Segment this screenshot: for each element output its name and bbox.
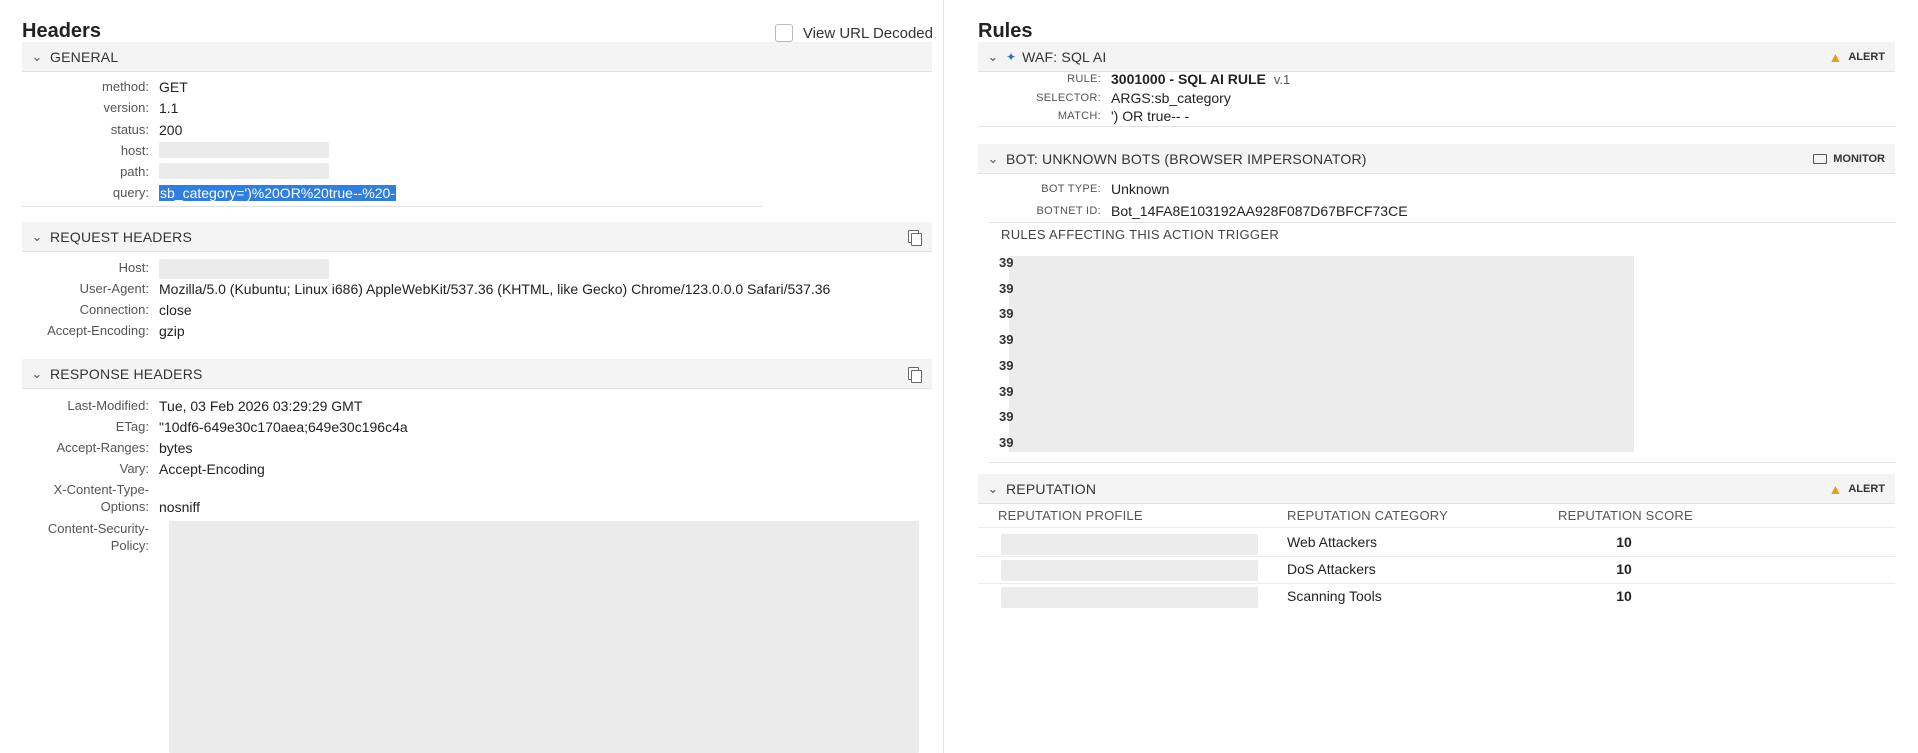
redacted-reputation-profile [1001,587,1258,608]
divider [989,462,1895,463]
redacted-csp-value [169,521,919,753]
chevron-down-icon[interactable]: ⌄ [24,229,50,245]
headers-title: Headers [22,20,101,42]
rules-title: Rules [978,20,1033,42]
rules-affecting-trigger-label: RULES AFFECTING THIS ACTION TRIGGER [1001,227,1280,242]
rules-panel: Rules ⌄ ✦ WAF: SQL AI ▲ ALERT RULE: 3001… [965,0,1895,753]
response-header-etag: ETag: "10df6-649e30c170aea;649e30c196c4a [115,419,408,435]
trigger-rule-item: 39 [999,358,1014,373]
divider [978,527,1895,528]
response-header-xcto-line1: X-Content-Type- [53,482,149,497]
request-header-user-agent: User-Agent: Mozilla/5.0 (Kubuntu; Linux … [79,281,831,297]
query-value-selected[interactable]: sb_category=')%20OR%20true--%20- [159,185,396,201]
response-header-last-modified: Last-Modified: Tue, 03 Feb 2026 03:29:29… [67,398,363,414]
request-headers-section-header[interactable]: ⌄ REQUEST HEADERS [22,222,932,252]
chevron-down-icon[interactable]: ⌄ [980,151,1006,167]
reputation-score: 10 [1616,534,1632,550]
page: Headers View URL Decoded ⌄ GENERAL metho… [0,0,1918,753]
reputation-profile-header: REPUTATION PROFILE [998,508,1143,523]
chevron-down-icon[interactable]: ⌄ [24,366,50,382]
redacted-trigger-rules [1009,256,1634,452]
trigger-rule-item: 39 [999,409,1014,424]
bot-title: BOT: UNKNOWN BOTS (BROWSER IMPERSONATOR) [1006,150,1367,167]
trigger-rule-item: 39 [999,255,1014,270]
trigger-rule-item: 39 [999,306,1014,321]
divider [978,126,1895,127]
divider [978,583,1895,584]
trigger-rule-item: 39 [999,384,1014,399]
waf-rule: RULE: 3001000 - SQL AI RULE v.1 [1067,71,1291,87]
trigger-rule-item: 39 [999,435,1014,450]
request-header-connection: Connection: close [79,302,192,318]
waf-match: MATCH: ') OR true-- - [1057,108,1190,124]
botnet-id: BOTNET ID: Bot_14FA8E103192AA928F087D67B… [1036,203,1408,219]
trigger-rule-item: 39 [999,332,1014,347]
view-url-decoded-checkbox[interactable] [774,24,793,42]
reputation-score: 10 [1616,561,1632,577]
response-header-csp: Policy: [110,538,149,553]
divider [22,206,762,207]
reputation-score-header: REPUTATION SCORE [1558,508,1693,523]
general-field-query: query: sb_category=')%20OR%20true--%20- [112,185,396,201]
copy-icon[interactable] [906,366,922,383]
waf-title: WAF: SQL AI [1022,48,1107,65]
general-section-header[interactable]: ⌄ GENERAL [22,42,932,72]
redacted-path [159,163,329,179]
trigger-rule-item: 39 [999,281,1014,296]
reputation-alert-badge: ALERT [1848,482,1885,495]
reputation-category-header: REPUTATION CATEGORY [1287,508,1449,523]
response-headers-title: RESPONSE HEADERS [50,365,203,382]
reputation-title: REPUTATION [1006,480,1097,497]
divider [978,556,1895,557]
response-header-xcto: Options: nosniff [100,499,200,515]
waf-selector: SELECTOR: ARGS:sb_category [1036,90,1231,106]
headers-panel: Headers View URL Decoded ⌄ GENERAL metho… [0,0,943,753]
panel-divider [943,0,944,753]
bot-monitor-badge: MONITOR [1833,152,1885,165]
warning-icon: ▲ [1828,48,1843,65]
reputation-category: Scanning Tools [1287,588,1382,604]
divider [989,222,1895,223]
warning-icon: ▲ [1828,480,1843,497]
response-headers-section-header[interactable]: ⌄ RESPONSE HEADERS [22,359,932,389]
redacted-reputation-profile [1001,560,1258,581]
general-section-title: GENERAL [50,48,119,65]
response-header-vary: Vary: Accept-Encoding [119,461,265,477]
waf-alert-badge: ALERT [1848,50,1885,63]
monitor-icon [1813,153,1828,164]
reputation-score: 10 [1616,588,1632,604]
general-field-path: path: [22,163,329,183]
chevron-down-icon[interactable]: ⌄ [24,49,50,65]
reputation-category: DoS Attackers [1287,561,1376,577]
response-header-accept-ranges: Accept-Ranges: bytes [56,440,193,456]
redacted-host [159,142,329,158]
reputation-section-header[interactable]: ⌄ REPUTATION ▲ ALERT [978,474,1895,504]
general-field-host: host: [22,142,329,162]
view-url-decoded-label: View URL Decoded [802,24,933,42]
general-field-version: version: 1.1 [103,100,179,116]
reputation-category: Web Attackers [1287,534,1378,550]
chevron-down-icon[interactable]: ⌄ [980,49,1006,65]
copy-icon[interactable] [906,229,922,246]
chevron-down-icon[interactable]: ⌄ [980,481,1006,497]
sparkle-icon: ✦ [1006,49,1017,64]
bot-section-header[interactable]: ⌄ BOT: UNKNOWN BOTS (BROWSER IMPERSONATO… [978,144,1895,174]
general-field-method: method: GET [102,79,188,95]
request-header-accept-encoding: Accept-Encoding: gzip [47,323,185,339]
view-url-decoded-toggle[interactable]: View URL Decoded [774,24,933,42]
bot-type: BOT TYPE: Unknown [1041,181,1170,197]
redacted-reputation-profile [1001,534,1258,555]
redacted-host [159,259,329,279]
waf-section-header[interactable]: ⌄ ✦ WAF: SQL AI ▲ ALERT [978,42,1895,72]
general-field-status: status: 200 [110,122,183,138]
response-header-csp-line1: Content-Security- [47,521,149,536]
request-headers-title: REQUEST HEADERS [50,228,192,245]
